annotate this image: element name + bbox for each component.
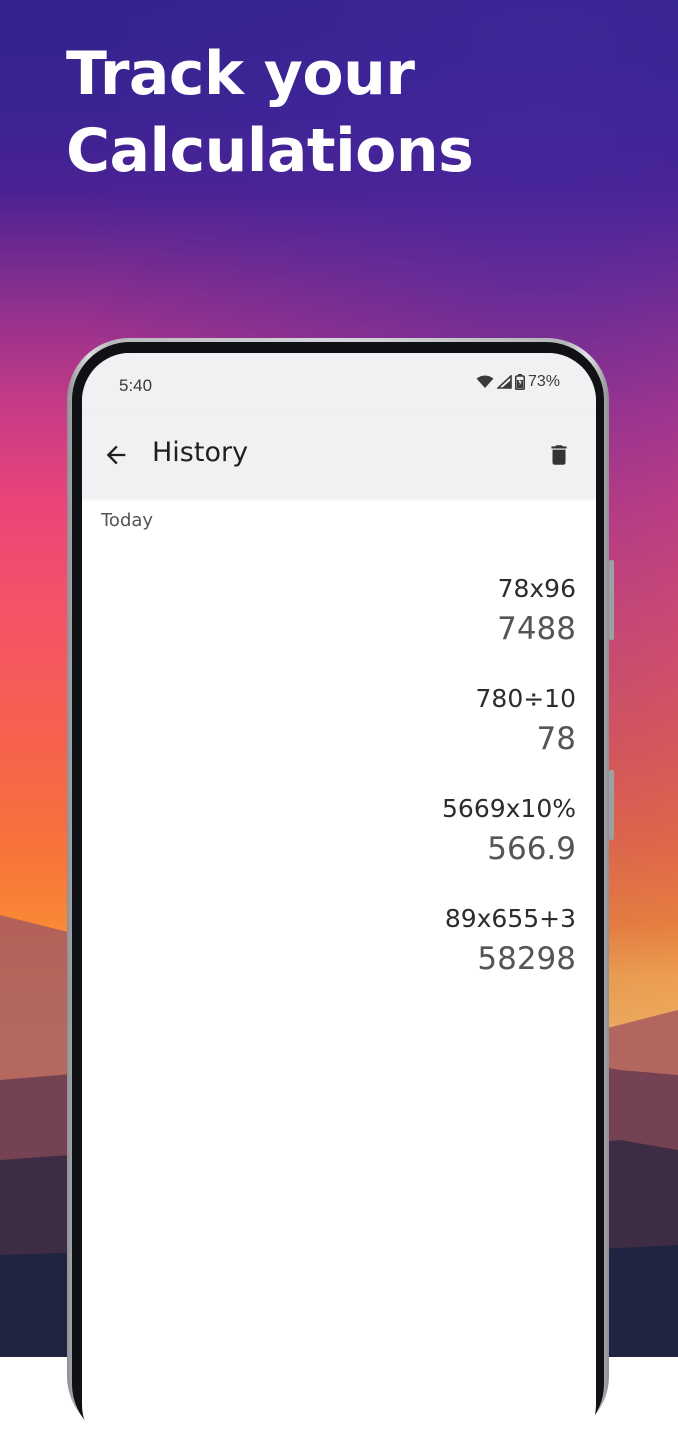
status-icons: 73%: [476, 373, 560, 391]
history-item[interactable]: 780÷10 78: [176, 683, 576, 793]
arrow-left-icon[interactable]: [102, 441, 130, 469]
wifi-icon: [476, 375, 494, 389]
history-result: 78: [536, 721, 576, 757]
trash-icon[interactable]: [546, 441, 572, 469]
history-list: 78x96 7488 780÷10 78 5669x10% 566.9 89x6…: [176, 573, 576, 1013]
history-result: 58298: [477, 941, 576, 977]
promo-headline: Track your Calculations: [66, 36, 474, 190]
history-expression: 780÷10: [475, 684, 576, 713]
phone-side-button-power: [609, 560, 614, 640]
history-expression: 89x655+3: [444, 904, 576, 933]
app-bar: History: [82, 413, 596, 497]
phone-screen: 5:40 73% History Today 78x96 7488 780÷10…: [82, 353, 596, 1453]
page-title: History: [152, 437, 249, 468]
history-item[interactable]: 5669x10% 566.9: [176, 793, 576, 903]
status-time: 5:40: [119, 376, 153, 395]
history-section-label: Today: [101, 510, 154, 531]
history-item[interactable]: 89x655+3 58298: [176, 903, 576, 1013]
history-expression: 5669x10%: [442, 794, 576, 823]
phone-side-button-volume: [609, 770, 614, 840]
cellular-signal-icon: [496, 375, 512, 389]
history-result: 7488: [497, 611, 576, 647]
status-bar: 5:40 73%: [82, 353, 596, 413]
battery-percent: 73%: [527, 373, 560, 390]
history-result: 566.9: [487, 831, 576, 867]
promo-headline-line1: Track your: [66, 39, 415, 109]
battery-icon: [514, 374, 525, 390]
history-expression: 78x96: [497, 574, 576, 603]
promo-headline-line2: Calculations: [66, 116, 474, 186]
history-item[interactable]: 78x96 7488: [176, 573, 576, 683]
